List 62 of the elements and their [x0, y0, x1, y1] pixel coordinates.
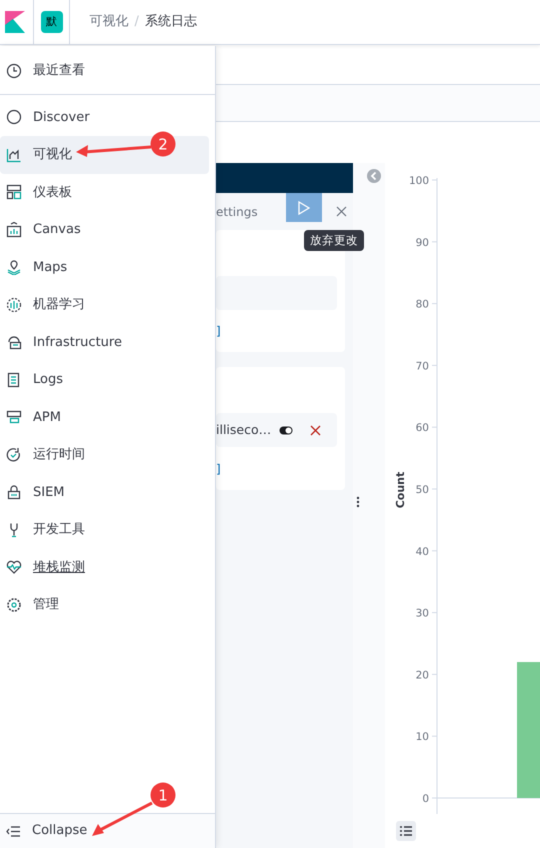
breadcrumb[interactable]: 可视化 [90, 12, 128, 32]
space-avatar[interactable]: 默 [40, 11, 62, 33]
legend-toggle-button[interactable] [396, 821, 416, 841]
nav-item[interactable]: 最近查看 [0, 52, 209, 90]
uptime-icon [6, 446, 22, 463]
chart-icon [6, 146, 22, 163]
collapse-toggle-icon[interactable] [367, 169, 381, 183]
nav-item[interactable]: 机器学习 [0, 286, 209, 324]
lock-icon [6, 484, 22, 500]
play-icon [298, 200, 310, 214]
annotation-arrow [92, 802, 153, 836]
link-text[interactable]: ] [216, 322, 221, 340]
canvas-icon [6, 222, 22, 238]
map-pin-icon [6, 259, 22, 276]
tick-label: 50 [416, 484, 429, 496]
tick-label: 80 [416, 298, 429, 311]
tick-label: 40 [416, 546, 429, 558]
nav-item[interactable]: 堆栈监测 [0, 548, 209, 586]
tick-label: 70 [416, 360, 429, 372]
nav-item[interactable]: APM [0, 398, 209, 436]
breadcrumb[interactable]: 系统日志 [144, 12, 197, 32]
link-text[interactable]: ] [216, 460, 221, 478]
tab-label[interactable]: ettings [216, 202, 258, 220]
nav-item[interactable]: SIEM [0, 474, 209, 511]
collapse-icon [6, 826, 20, 836]
apm-icon [6, 409, 22, 426]
remove-icon[interactable] [310, 424, 322, 436]
document-icon [6, 372, 22, 388]
tick-label: 10 [416, 731, 429, 744]
cloud-server-icon [6, 334, 22, 350]
toggle-icon[interactable] [279, 426, 294, 434]
nav-item[interactable]: Canvas [0, 211, 209, 248]
nav-item[interactable]: Infrastructure [0, 324, 209, 361]
nav-item[interactable]: Logs [0, 361, 209, 398]
tick-label: 100 [408, 175, 429, 187]
nav-item[interactable]: Maps [0, 248, 209, 286]
input-field[interactable] [216, 276, 337, 310]
tick-label: 0 [422, 793, 429, 805]
step-marker: 2 [150, 132, 176, 156]
apply-button[interactable] [286, 193, 322, 222]
logo-icon[interactable] [5, 11, 25, 33]
dashboard-icon [6, 184, 22, 200]
nav-item[interactable]: 仪表板 [0, 174, 209, 211]
tick-label: 60 [416, 422, 429, 434]
tooltip: 放弃更改 [304, 230, 364, 252]
axis-title: Count [394, 472, 407, 508]
nav-item[interactable]: 管理 [0, 586, 209, 624]
tick-label: 20 [416, 669, 429, 682]
clock-icon [6, 62, 22, 79]
list-icon [400, 826, 412, 836]
collapse-button[interactable]: Collapse [0, 813, 215, 848]
tick-label: 90 [416, 236, 429, 249]
heart-pulse-icon [6, 559, 22, 576]
nav-item[interactable]: 运行时间 [0, 436, 209, 474]
settings-icon [6, 596, 22, 613]
more-icon[interactable] [356, 496, 360, 508]
machine-learning-icon [6, 296, 22, 313]
breadcrumb-separator: / [134, 13, 139, 32]
tick-label: 30 [416, 608, 429, 620]
step-marker: 1 [150, 782, 176, 808]
close-icon [336, 206, 348, 217]
nav-item[interactable]: 开发工具 [0, 511, 209, 548]
